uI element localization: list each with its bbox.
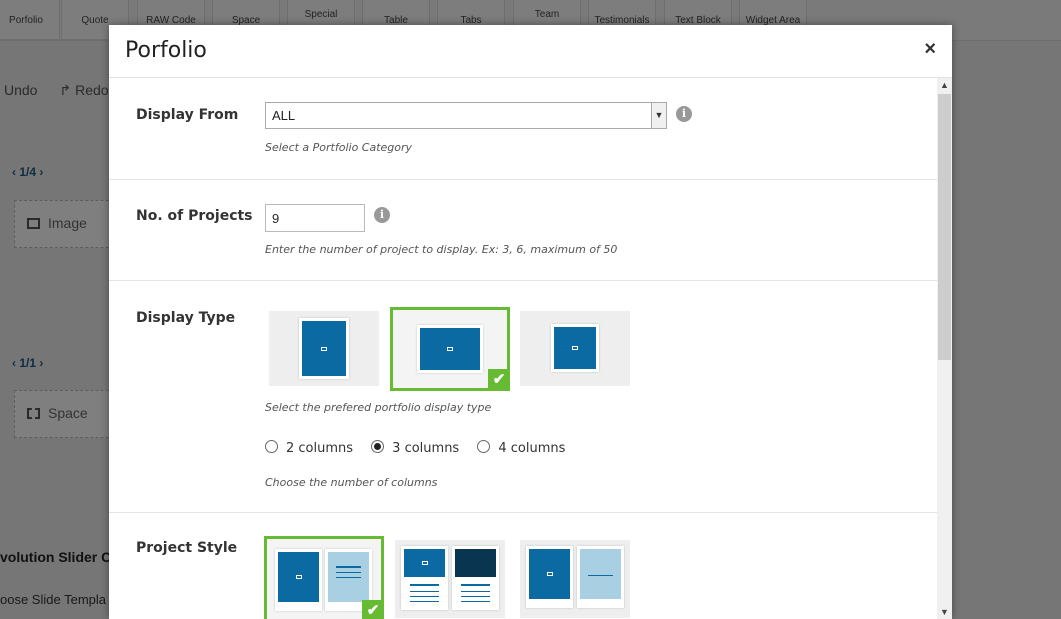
image-icon xyxy=(404,549,445,577)
radio-label: 4 columns xyxy=(498,441,566,456)
close-icon[interactable]: × xyxy=(924,39,936,59)
columns-help: Choose the number of columns xyxy=(265,476,438,489)
project-style-3[interactable] xyxy=(520,540,630,618)
thumb-frame xyxy=(299,318,349,379)
display-type-help: Select the prefered portfolio display ty… xyxy=(265,401,492,414)
project-style-1[interactable]: ✔ xyxy=(264,536,384,619)
display-from-row: Display From ALL ▼ i Select a Portfolio … xyxy=(109,78,937,180)
num-projects-value: 9 xyxy=(272,211,280,226)
modal-scrollbar[interactable]: ▲ ▼ xyxy=(937,78,952,619)
scroll-down-icon[interactable]: ▼ xyxy=(937,605,952,619)
text-line xyxy=(461,596,490,597)
radio-label: 3 columns xyxy=(392,441,460,456)
modal-header: Porfolio × xyxy=(109,25,952,78)
text-line xyxy=(410,591,439,592)
scroll-thumb[interactable] xyxy=(938,94,951,360)
columns-radio-group: 2 columns 3 columns 4 columns xyxy=(265,440,579,456)
thumb-frame xyxy=(275,549,322,611)
radio-icon xyxy=(477,440,491,453)
thumb-frame xyxy=(452,546,499,610)
radio-label: 2 columns xyxy=(286,441,354,456)
info-icon[interactable]: i xyxy=(374,207,390,223)
text-line xyxy=(461,591,490,592)
modal-title: Porfolio xyxy=(125,38,207,63)
project-style-2[interactable] xyxy=(395,540,505,618)
display-from-help: Select a Portfolio Category xyxy=(265,141,413,154)
display-type-portrait[interactable] xyxy=(269,311,379,386)
thumb-frame xyxy=(417,325,483,373)
text-preview xyxy=(328,552,369,602)
radio-2-columns[interactable]: 2 columns xyxy=(265,440,354,456)
radio-selected-icon xyxy=(371,440,385,453)
display-type-row: Display Type ✔ Select the prefered portf… xyxy=(109,280,937,513)
project-style-label: Project Style xyxy=(136,540,238,556)
chevron-down-icon[interactable]: ▼ xyxy=(651,103,666,128)
thumb-frame xyxy=(551,324,599,372)
radio-4-columns[interactable]: 4 columns xyxy=(477,440,566,456)
display-from-label: Display From xyxy=(136,107,239,123)
image-hover-preview xyxy=(455,549,496,577)
modal-body: Display From ALL ▼ i Select a Portfolio … xyxy=(109,78,937,619)
text-line xyxy=(461,601,490,602)
text-line xyxy=(461,584,490,586)
thumb-frame xyxy=(526,546,573,608)
image-icon xyxy=(554,327,596,369)
text-line xyxy=(336,577,361,578)
radio-icon xyxy=(265,440,278,453)
image-icon xyxy=(278,552,319,602)
scroll-up-icon[interactable]: ▲ xyxy=(937,78,952,92)
num-projects-label: No. of Projects xyxy=(136,208,253,224)
info-icon[interactable]: i xyxy=(676,106,692,122)
text-line xyxy=(588,575,613,576)
image-icon xyxy=(420,328,480,370)
text-line xyxy=(410,584,439,586)
thumb-frame xyxy=(577,546,624,608)
radio-3-columns[interactable]: 3 columns xyxy=(371,440,460,456)
image-icon xyxy=(529,549,570,599)
project-style-row: Project Style ✔ xyxy=(109,512,937,619)
checkmark-icon: ✔ xyxy=(362,600,384,619)
text-line xyxy=(410,601,439,602)
display-from-value: ALL xyxy=(272,108,296,123)
display-type-landscape[interactable]: ✔ xyxy=(390,307,510,391)
image-icon xyxy=(302,321,346,376)
checkmark-icon: ✔ xyxy=(488,369,510,391)
display-type-square[interactable] xyxy=(520,311,630,386)
text-line xyxy=(410,596,439,597)
text-line xyxy=(336,572,361,573)
text-preview xyxy=(580,549,621,599)
num-projects-input[interactable]: 9 xyxy=(265,204,365,232)
portfolio-modal: Porfolio × Display From ALL ▼ i Select a… xyxy=(109,25,952,619)
num-projects-row: No. of Projects 9 i Enter the number of … xyxy=(109,179,937,281)
text-line xyxy=(336,566,361,568)
display-from-select[interactable]: ALL ▼ xyxy=(265,102,667,129)
thumb-frame xyxy=(401,546,448,610)
num-projects-help: Enter the number of project to display. … xyxy=(265,243,618,256)
display-type-label: Display Type xyxy=(136,310,236,326)
